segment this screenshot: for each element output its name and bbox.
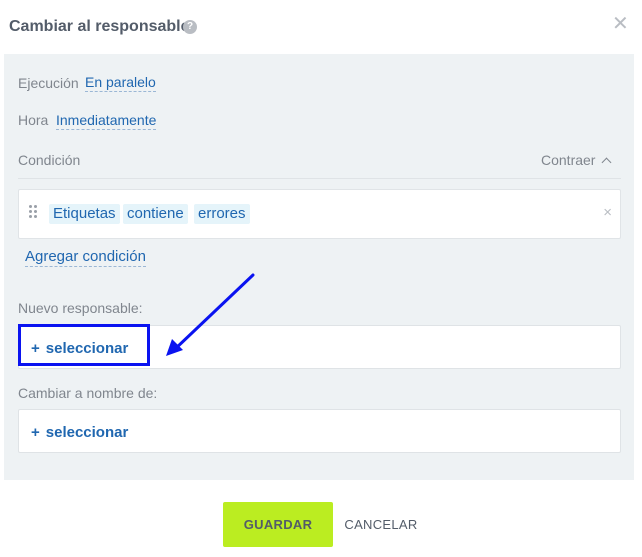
save-button[interactable]: GUARDAR — [223, 502, 333, 547]
annotation-arrow-icon — [166, 273, 255, 356]
cancel-button[interactable]: CANCELAR — [340, 502, 422, 547]
